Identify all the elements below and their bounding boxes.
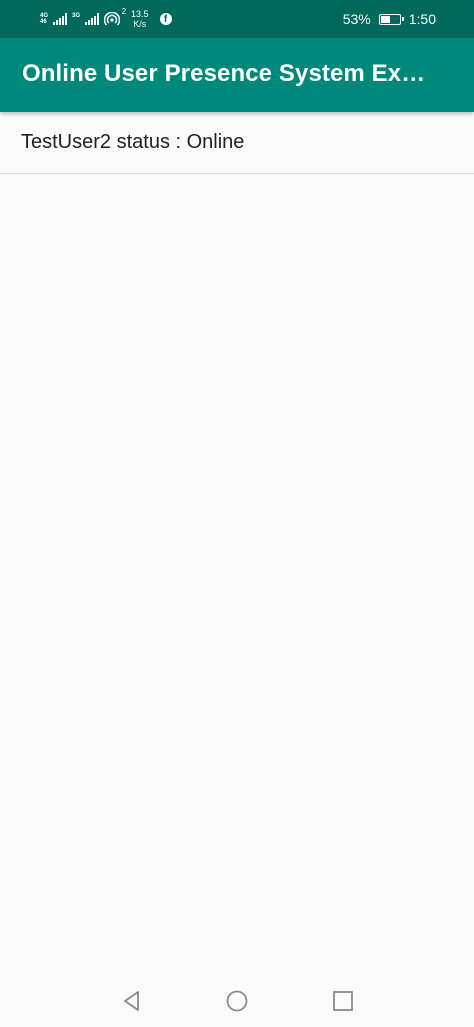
status-bar: 4G 46 3G 2 13.5 K/s f 53% 1:50 bbox=[0, 0, 474, 38]
app-title: Online User Presence System Example bbox=[22, 60, 438, 87]
list-item[interactable]: TestUser2 status : Online bbox=[0, 112, 474, 174]
battery-icon bbox=[378, 13, 404, 25]
battery-level-fill bbox=[380, 15, 390, 23]
recents-square-icon bbox=[333, 991, 353, 1011]
back-button[interactable] bbox=[120, 989, 144, 1013]
hotspot-count: 2 bbox=[121, 7, 127, 16]
user-status-list: TestUser2 status : Online bbox=[0, 112, 474, 174]
network-4g-indicator: 4G 46 bbox=[40, 13, 49, 25]
user-status-text: TestUser2 status : Online bbox=[21, 131, 245, 153]
hotspot-icon: 2 bbox=[104, 7, 126, 26]
signal-strength-icon bbox=[53, 13, 68, 25]
recents-button[interactable] bbox=[331, 989, 355, 1013]
status-bar-left: 4G 46 3G 2 13.5 K/s f bbox=[40, 7, 172, 30]
network-3g-indicator: 3G bbox=[72, 13, 81, 19]
status-bar-right: 53% 1:50 bbox=[343, 10, 436, 28]
app-bar: Online User Presence System Example bbox=[0, 38, 474, 112]
signal-strength-icon bbox=[85, 13, 100, 25]
back-triangle-icon bbox=[124, 991, 139, 1011]
network-speed: 13.5 K/s bbox=[131, 9, 149, 29]
clock: 1:50 bbox=[408, 11, 436, 27]
home-button[interactable] bbox=[225, 989, 249, 1013]
battery-percent: 53% bbox=[342, 11, 371, 27]
home-circle-icon bbox=[226, 990, 248, 1012]
screen: 4G 46 3G 2 13.5 K/s f 53% 1:50 Online Us… bbox=[0, 0, 474, 1027]
navigation-bar bbox=[0, 975, 474, 1027]
facebook-notification-icon: f bbox=[159, 13, 172, 25]
